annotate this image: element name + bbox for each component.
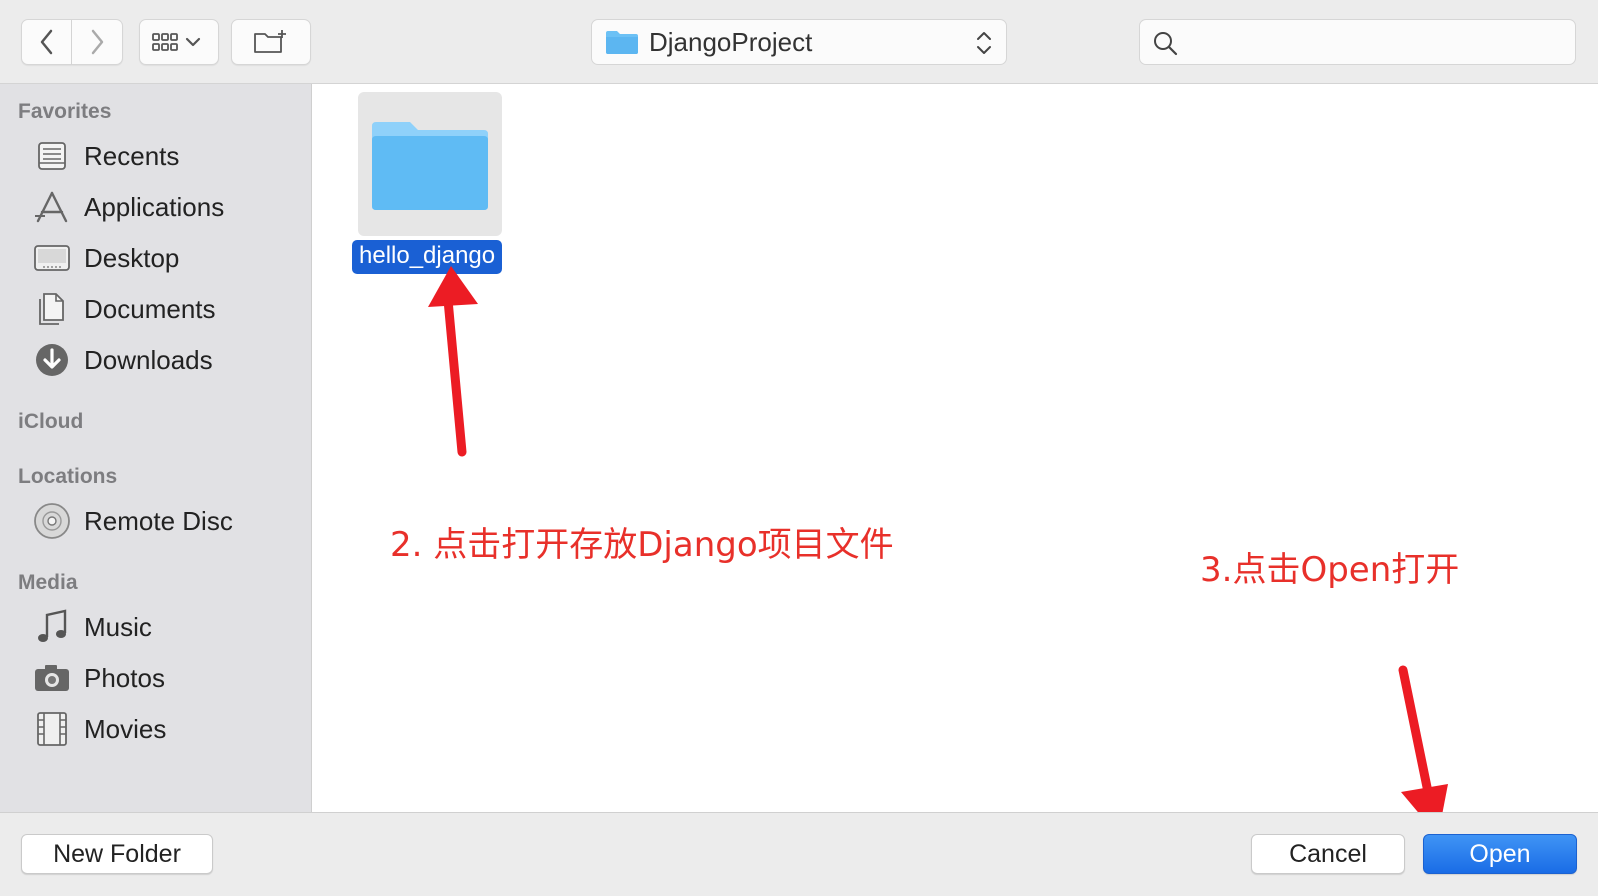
- sidebar-item-label: Recents: [84, 140, 180, 171]
- new-folder-toolbar-button[interactable]: [231, 19, 311, 65]
- forward-button[interactable]: [72, 19, 123, 65]
- documents-icon: [30, 287, 74, 331]
- icon-grid-view-icon: [152, 33, 201, 51]
- path-popup-label: DjangoProject: [649, 26, 813, 57]
- open-button[interactable]: Open: [1423, 834, 1577, 874]
- back-button[interactable]: [21, 19, 72, 65]
- sidebar-item-applications[interactable]: Applications: [30, 185, 300, 229]
- sidebar-item-label: Music: [84, 611, 152, 642]
- music-icon: [30, 605, 74, 649]
- path-popup[interactable]: DjangoProject: [591, 19, 1007, 65]
- file-browser-content: hello_django 2. 点击打开存放Django项目文件 3.点击Ope…: [312, 84, 1598, 812]
- chevron-right-icon: [91, 29, 104, 55]
- sidebar-item-desktop[interactable]: Desktop: [30, 236, 300, 280]
- cancel-button[interactable]: Cancel: [1251, 834, 1405, 874]
- annotation-step-3: 3.点击Open打开: [1200, 550, 1460, 590]
- sidebar-item-music[interactable]: Music: [30, 605, 300, 649]
- annotation-step-2: 2. 点击打开存放Django项目文件: [390, 525, 894, 565]
- toolbar: DjangoProject: [0, 0, 1598, 84]
- sidebar-header-icloud: iCloud: [18, 410, 84, 433]
- sidebar-item-label: Applications: [84, 191, 225, 222]
- sidebar-item-label: Remote Disc: [84, 505, 233, 536]
- sidebar-item-label: Desktop: [84, 242, 180, 273]
- folder-icon: [372, 122, 488, 210]
- search-input[interactable]: [1188, 26, 1558, 60]
- file-name-label: hello_django: [352, 240, 503, 274]
- sidebar-item-label: Downloads: [84, 344, 213, 375]
- folder-plus-icon: [254, 30, 286, 53]
- chevron-left-icon: [40, 29, 52, 55]
- sidebar-item-photos[interactable]: Photos: [30, 656, 300, 700]
- folder-thumbnail: [358, 92, 502, 236]
- new-folder-button[interactable]: New Folder: [21, 834, 213, 874]
- folder-icon: [606, 31, 638, 54]
- file-item-hello-django[interactable]: hello_django: [350, 92, 510, 274]
- sidebar-item-recents[interactable]: Recents: [30, 134, 300, 178]
- sidebar-item-label: Movies: [84, 713, 167, 744]
- sidebar-header-locations: Locations: [18, 465, 118, 488]
- sidebar-item-label: Photos: [84, 662, 165, 693]
- sidebar-item-documents[interactable]: Documents: [30, 287, 300, 331]
- desktop-icon: [30, 236, 74, 280]
- search-icon: [1154, 32, 1178, 56]
- search-field[interactable]: [1139, 19, 1576, 65]
- view-options-button[interactable]: [139, 19, 219, 65]
- sidebar-item-label: Documents: [84, 293, 216, 324]
- sidebar-item-downloads[interactable]: Downloads: [30, 338, 300, 382]
- sidebar-item-remote-disc[interactable]: Remote Disc: [30, 499, 300, 543]
- sidebar-item-movies[interactable]: Movies: [30, 707, 300, 751]
- movies-icon: [30, 707, 74, 751]
- bottom-bar: New Folder Cancel Open: [0, 812, 1598, 896]
- applications-icon: [30, 185, 74, 229]
- sidebar-header-media: Media: [18, 571, 78, 594]
- sidebar: Favorites Recents Applications Desktop D…: [0, 84, 312, 812]
- chevron-updown-icon: [977, 32, 991, 54]
- downloads-icon: [30, 338, 74, 382]
- recents-icon: [30, 134, 74, 178]
- remote-disc-icon: [30, 499, 74, 543]
- sidebar-header-favorites: Favorites: [18, 100, 112, 123]
- photos-icon: [30, 656, 74, 700]
